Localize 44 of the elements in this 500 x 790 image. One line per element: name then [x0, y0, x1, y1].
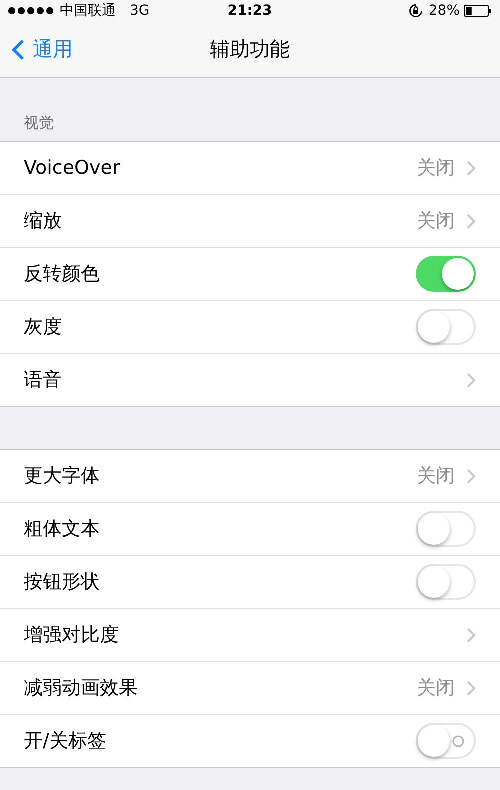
- signal-icon: [8, 7, 56, 15]
- row-label: 开/关标签: [24, 729, 108, 754]
- chevron-icon: [467, 468, 476, 484]
- settings-row[interactable]: 增强对比度: [0, 609, 500, 662]
- settings-row[interactable]: 更大字体 关闭: [0, 450, 500, 503]
- row-value: 关闭: [417, 209, 455, 234]
- off-label-icon: [452, 735, 465, 748]
- row-label: 粗体文本: [24, 517, 101, 542]
- nav-title: 辅助功能: [210, 36, 290, 63]
- toggle-switch[interactable]: [416, 309, 476, 345]
- settings-row[interactable]: VoiceOver 关闭: [0, 142, 500, 195]
- chevron-icon: [467, 680, 476, 696]
- settings-row[interactable]: 缩放 关闭: [0, 195, 500, 248]
- row-value: 关闭: [417, 464, 455, 489]
- row-label: 语音: [24, 368, 63, 393]
- chevron-icon: [467, 372, 476, 388]
- row-label: 减弱动画效果: [24, 676, 139, 701]
- toggle-switch[interactable]: [416, 256, 476, 292]
- toggle-switch[interactable]: [416, 723, 476, 759]
- toggle-switch[interactable]: [416, 564, 476, 600]
- row-label: 灰度: [24, 315, 63, 340]
- chevron-icon: [467, 160, 476, 176]
- row-label: 更大字体: [24, 464, 101, 489]
- row-label: 缩放: [24, 209, 63, 234]
- rotation-lock-icon: [408, 4, 423, 18]
- chevron-icon: [467, 214, 476, 228]
- toggle-switch[interactable]: [416, 511, 476, 547]
- row-value: 关闭: [417, 156, 455, 181]
- settings-row[interactable]: 语音: [0, 354, 500, 406]
- battery-icon: [464, 5, 492, 17]
- row-value: 关闭: [417, 676, 455, 701]
- settings-row[interactable]: 减弱动画效果 关闭: [0, 662, 500, 715]
- row-label: 反转颜色: [24, 262, 101, 287]
- battery-percent: 28%: [428, 3, 460, 19]
- row-label: 增强对比度: [24, 623, 120, 648]
- back-chevron-icon: [12, 38, 25, 60]
- network-type: 3G: [130, 3, 150, 19]
- status-time: 21:23: [228, 3, 272, 19]
- chevron-icon: [467, 628, 476, 642]
- row-label: 按钮形状: [24, 570, 101, 595]
- carrier-name: 中国联通: [60, 2, 116, 20]
- row-label: VoiceOver: [24, 157, 122, 179]
- back-button[interactable]: 通用: [12, 22, 73, 77]
- section-header: 视觉: [23, 113, 55, 134]
